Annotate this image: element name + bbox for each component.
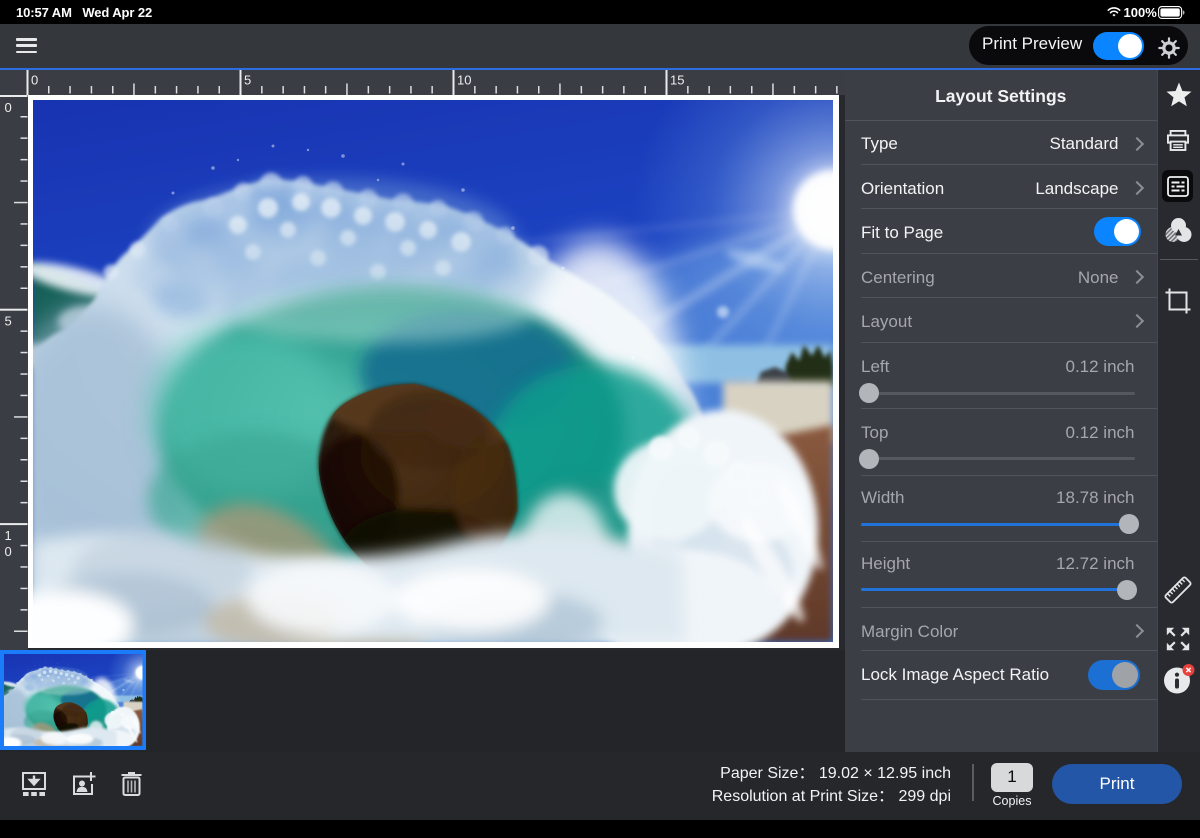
svg-text:0: 0 [31, 72, 38, 87]
svg-text:0: 0 [5, 544, 12, 559]
svg-text:5: 5 [244, 72, 251, 87]
svg-text:10: 10 [457, 72, 471, 87]
svg-text:15: 15 [670, 72, 684, 87]
svg-text:1: 1 [5, 528, 12, 543]
svg-text:5: 5 [5, 314, 12, 329]
svg-text:0: 0 [5, 100, 12, 115]
